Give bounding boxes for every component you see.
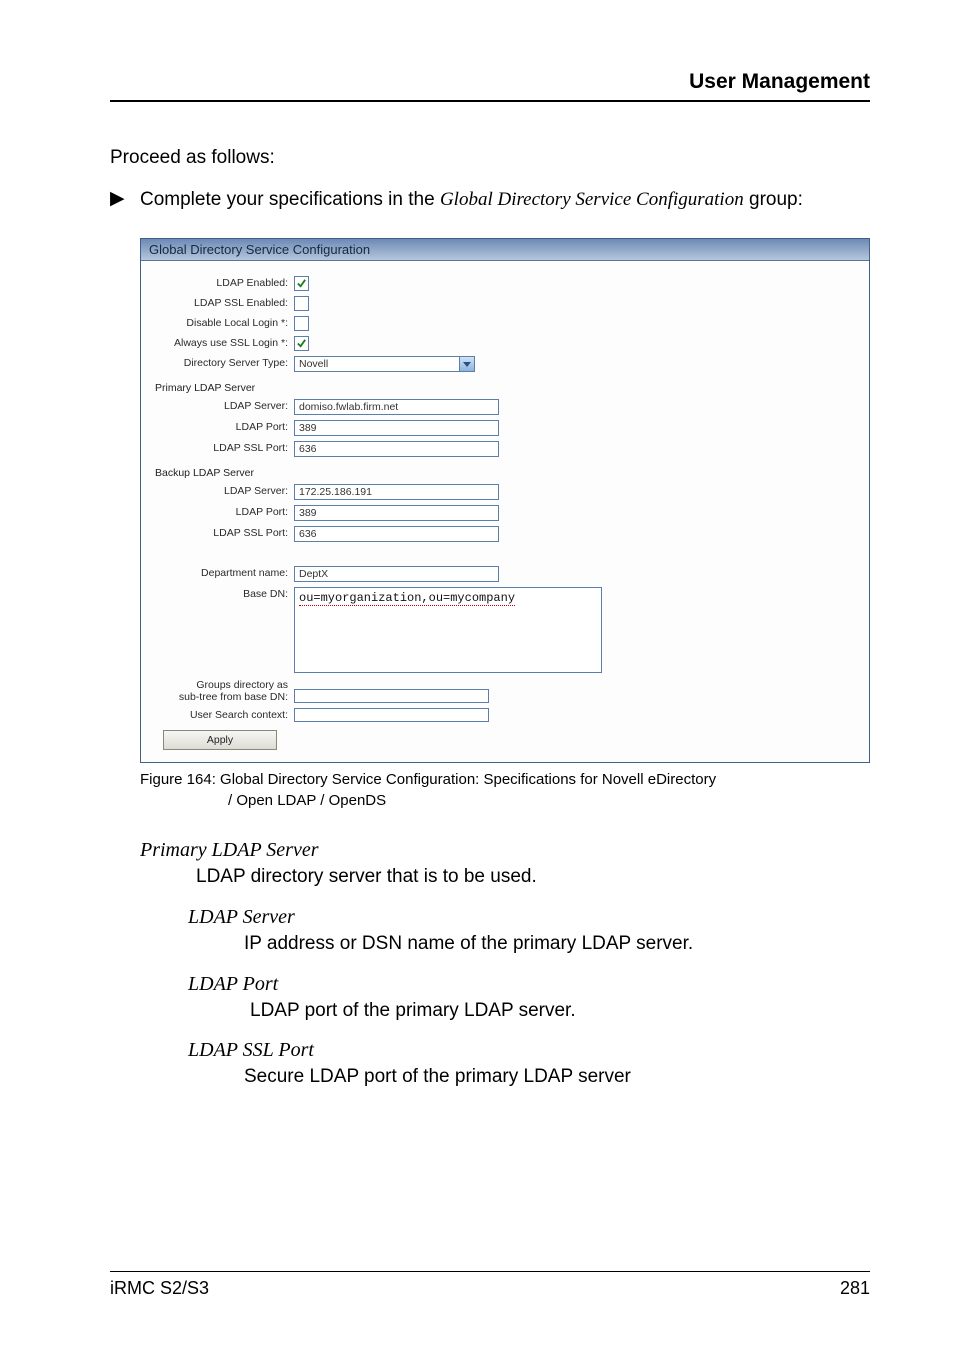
- step-text: Complete your specifications in the Glob…: [140, 187, 803, 213]
- input-groups-dir[interactable]: [294, 689, 489, 703]
- input-backup-port[interactable]: [294, 505, 499, 521]
- label-user-search: User Search context:: [155, 708, 294, 721]
- label-disable-local: Disable Local Login *:: [155, 316, 294, 329]
- select-dir-type[interactable]: Novell: [294, 356, 475, 372]
- label-always-ssl: Always use SSL Login *:: [155, 336, 294, 349]
- term-primary: Primary LDAP Server: [140, 839, 870, 862]
- heading-backup: Backup LDAP Server: [155, 467, 855, 479]
- label-department: Department name:: [155, 566, 294, 579]
- def-port: LDAP port of the primary LDAP server.: [250, 998, 870, 1024]
- def-ssl: Secure LDAP port of the primary LDAP ser…: [244, 1064, 870, 1090]
- label-primary-port: LDAP Port:: [155, 420, 294, 433]
- label-dir-type: Directory Server Type:: [155, 356, 294, 369]
- label-backup-ssl-port: LDAP SSL Port:: [155, 526, 294, 539]
- lead-text: Proceed as follows:: [110, 146, 870, 171]
- term-server: LDAP Server: [188, 906, 870, 929]
- step-em: Global Directory Service Configuration: [440, 189, 744, 210]
- footer-left: iRMC S2/S3: [110, 1278, 209, 1299]
- term-port: LDAP Port: [188, 973, 870, 996]
- select-dir-type-value: Novell: [299, 358, 328, 370]
- page-footer: iRMC S2/S3 281: [110, 1271, 870, 1299]
- input-backup-server[interactable]: [294, 484, 499, 500]
- term-ssl: LDAP SSL Port: [188, 1039, 870, 1062]
- chevron-down-icon: [459, 357, 474, 371]
- checkbox-always-ssl[interactable]: [294, 336, 309, 351]
- label-base-dn: Base DN:: [155, 587, 294, 600]
- step-post: group:: [744, 189, 803, 210]
- label-backup-port: LDAP Port:: [155, 505, 294, 518]
- def-server: IP address or DSN name of the primary LD…: [244, 931, 870, 957]
- label-ldap-enabled: LDAP Enabled:: [155, 276, 294, 289]
- figure-caption: Figure 164: Global Directory Service Con…: [140, 769, 870, 811]
- caption-line1: Figure 164: Global Directory Service Con…: [140, 769, 870, 790]
- footer-right: 281: [840, 1278, 870, 1299]
- input-primary-server[interactable]: [294, 399, 499, 415]
- heading-primary: Primary LDAP Server: [155, 382, 855, 394]
- check-icon: [296, 338, 307, 349]
- check-icon: [296, 278, 307, 289]
- checkbox-ldap-ssl-enabled[interactable]: [294, 296, 309, 311]
- textarea-base-dn[interactable]: ou=myorganization,ou=mycompany: [294, 587, 602, 673]
- label-groups-dir: Groups directory as sub-tree from base D…: [155, 678, 294, 703]
- def-primary: LDAP directory server that is to be used…: [196, 864, 870, 890]
- panel-title: Global Directory Service Configuration: [141, 239, 869, 261]
- input-backup-ssl-port[interactable]: [294, 526, 499, 542]
- checkbox-ldap-enabled[interactable]: [294, 276, 309, 291]
- panel-body: LDAP Enabled: LDAP SSL Enabled: Disable …: [141, 261, 869, 762]
- input-department[interactable]: [294, 566, 499, 582]
- base-dn-value: ou=myorganization,ou=mycompany: [299, 591, 515, 606]
- checkbox-disable-local[interactable]: [294, 316, 309, 331]
- step-row: ▶ Complete your specifications in the Gl…: [110, 187, 870, 213]
- label-backup-server: LDAP Server:: [155, 484, 294, 497]
- step-pre: Complete your specifications in the: [140, 189, 440, 210]
- input-primary-ssl-port[interactable]: [294, 441, 499, 457]
- label-primary-server: LDAP Server:: [155, 399, 294, 412]
- page-header: User Management: [110, 70, 870, 102]
- definitions: Primary LDAP Server LDAP directory serve…: [140, 839, 870, 1090]
- config-panel: Global Directory Service Configuration L…: [140, 238, 870, 763]
- caption-line2: / Open LDAP / OpenDS: [228, 790, 870, 811]
- label-primary-ssl-port: LDAP SSL Port:: [155, 441, 294, 454]
- label-ldap-ssl-enabled: LDAP SSL Enabled:: [155, 296, 294, 309]
- input-primary-port[interactable]: [294, 420, 499, 436]
- apply-button[interactable]: Apply: [163, 730, 277, 750]
- step-bullet: ▶: [110, 187, 140, 213]
- input-user-search[interactable]: [294, 708, 489, 722]
